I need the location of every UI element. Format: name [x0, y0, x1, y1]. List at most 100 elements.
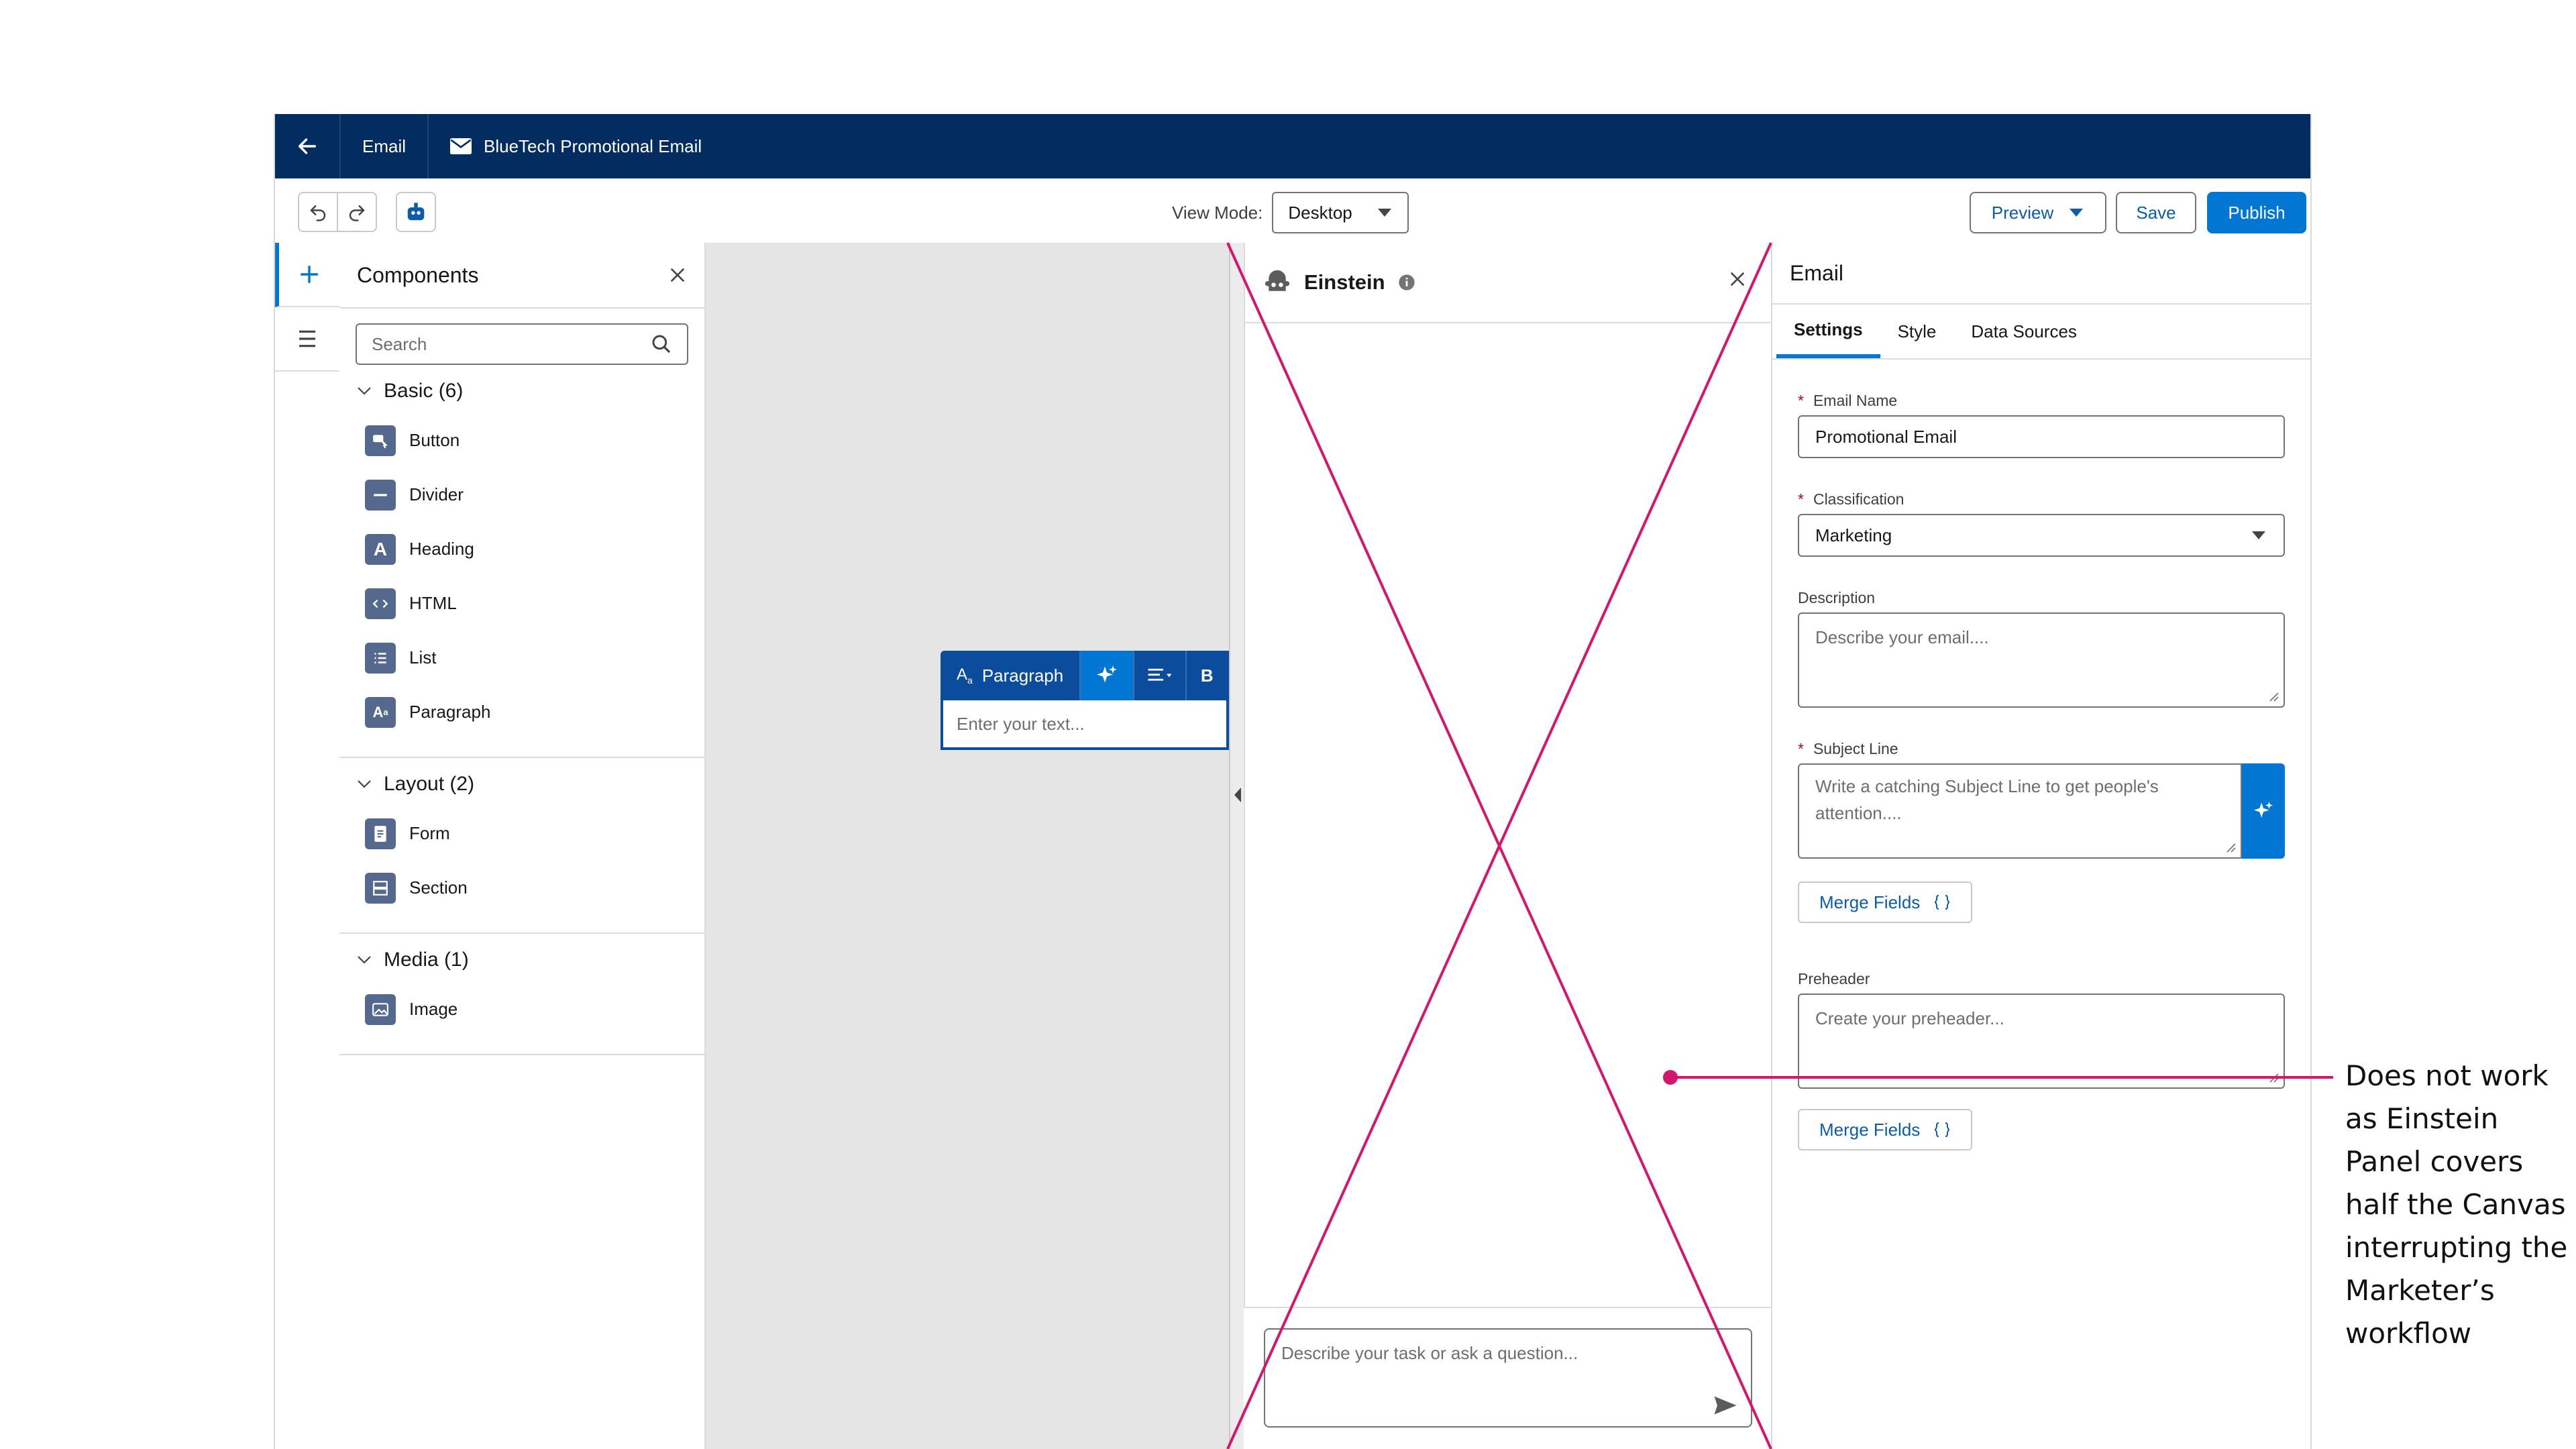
breadcrumb-email[interactable]: Email [341, 114, 429, 178]
component-form[interactable]: Form [339, 806, 704, 861]
preheader-label: Preheader [1798, 970, 1870, 987]
braces-icon [1935, 895, 1950, 910]
caret-down-icon [1378, 209, 1392, 217]
envelope-icon [450, 138, 472, 154]
einstein-header: Einstein [1244, 243, 1772, 323]
divider-component-icon [365, 479, 396, 511]
components-search-input[interactable]: Search [356, 323, 688, 365]
close-icon[interactable] [1728, 270, 1747, 288]
chevron-down-icon [358, 780, 371, 788]
einstein-footer: Describe your task or ask a question... [1244, 1307, 1772, 1449]
resize-grip-icon[interactable] [2267, 1071, 2279, 1083]
caret-left-icon [1234, 788, 1241, 802]
tab-style[interactable]: Style [1880, 305, 1954, 358]
undo-button[interactable] [298, 192, 338, 232]
annotation-text: Does not work as Einstein Panel covers h… [2345, 1059, 2568, 1350]
heading-component-icon: A [365, 533, 396, 565]
group-layout-toggle[interactable]: Layout (2) [339, 758, 704, 806]
search-icon [652, 335, 671, 354]
subject-line-field: Write a catching Subject Line to get peo… [1798, 763, 2285, 859]
info-icon[interactable] [1397, 273, 1416, 292]
components-title: Components [357, 262, 479, 287]
resize-grip-icon[interactable] [2267, 690, 2279, 702]
redo-button[interactable] [337, 192, 377, 232]
group-layout: Layout (2) Form Section [339, 758, 704, 934]
code-component-icon [365, 588, 396, 619]
paragraph-text-input[interactable]: Enter your text... [941, 700, 1229, 750]
component-image[interactable]: Image [339, 982, 704, 1036]
einstein-panel-resize-handle[interactable] [1230, 243, 1245, 1449]
back-button[interactable] [275, 114, 341, 178]
component-section[interactable]: Section [339, 861, 704, 915]
merge-fields-button[interactable]: Merge Fields [1798, 881, 1973, 923]
breadcrumb-current[interactable]: BlueTech Promotional Email [429, 114, 723, 178]
view-mode-select[interactable]: Desktop [1272, 192, 1409, 233]
component-heading[interactable]: A Heading [339, 522, 704, 576]
tab-data-sources[interactable]: Data Sources [1953, 305, 2094, 358]
description-textarea[interactable]: Describe your email.... [1798, 612, 2285, 708]
group-media-toggle[interactable]: Media (1) [339, 934, 704, 982]
einstein-robot-icon [1265, 270, 1290, 291]
classification-select[interactable]: Marketing [1798, 514, 2285, 557]
sparkle-icon [2253, 801, 2273, 818]
subject-line-textarea[interactable]: Write a catching Subject Line to get peo… [1798, 763, 2242, 859]
text-align-button[interactable] [1134, 651, 1187, 700]
einstein-panel: Einstein Describe your task or ask a que… [1229, 243, 1772, 1449]
send-icon[interactable] [1713, 1395, 1737, 1415]
caret-down-icon [2252, 531, 2265, 539]
einstein-toggle-button[interactable] [396, 192, 436, 232]
component-html[interactable]: HTML [339, 576, 704, 631]
chevron-down-icon [358, 387, 371, 395]
view-mode-label: View Mode: [1172, 202, 1263, 223]
components-header: Components [339, 243, 704, 309]
left-rail [275, 243, 341, 1449]
email-builder-app: Email BlueTech Promotional Email View Mo… [274, 114, 2312, 1449]
paragraph-component-icon: Aa [365, 696, 396, 728]
paragraph-icon: Aa [957, 665, 973, 686]
generate-subject-button[interactable] [2242, 763, 2285, 859]
close-icon[interactable] [668, 266, 687, 284]
component-divider[interactable]: Divider [339, 468, 704, 522]
align-left-icon [1148, 668, 1172, 681]
einstein-title: Einstein [1304, 270, 1385, 294]
redo-icon [349, 205, 365, 221]
subject-line-label: * Subject Line [1798, 740, 1898, 757]
plus-icon [301, 266, 318, 283]
publish-button[interactable]: Publish [2207, 192, 2306, 233]
resize-grip-icon[interactable] [2224, 841, 2237, 853]
more-format-button[interactable]: B [1187, 651, 1227, 700]
merge-fields-button-preheader[interactable]: Merge Fields [1798, 1109, 1973, 1150]
component-button[interactable]: Button [339, 413, 704, 468]
component-list[interactable]: List [339, 631, 704, 685]
preheader-textarea[interactable]: Create your preheader... [1798, 994, 2285, 1089]
caret-down-icon [2070, 209, 2084, 217]
arrow-left-icon [298, 138, 317, 154]
preview-button[interactable]: Preview [1970, 192, 2106, 233]
generate-ai-button[interactable] [1081, 651, 1135, 700]
button-component-icon [365, 425, 396, 456]
email-name-label: * Email Name [1798, 392, 1898, 409]
group-media: Media (1) Image [339, 934, 704, 1055]
paragraph-type-button[interactable]: Aa Paragraph [941, 651, 1081, 700]
email-canvas[interactable]: Aa Paragraph B Enter your text... [706, 243, 1229, 1449]
group-basic-toggle[interactable]: Basic (6) [339, 365, 704, 413]
component-paragraph[interactable]: Aa Paragraph [339, 685, 704, 739]
tab-settings[interactable]: Settings [1776, 305, 1880, 358]
braces-icon [1935, 1122, 1950, 1137]
description-label: Description [1798, 589, 1876, 606]
email-properties-panel: Email Settings Style Data Sources * Email… [1771, 243, 2310, 1449]
form-component-icon [365, 818, 396, 849]
list-component-icon [365, 642, 396, 674]
sparkle-icon [1097, 665, 1118, 683]
email-name-input[interactable]: Promotional Email [1798, 415, 2285, 458]
outline-button[interactable] [275, 307, 339, 372]
builder-toolbar: View Mode: Desktop Preview Save Publish [275, 178, 2310, 244]
save-button[interactable]: Save [2116, 192, 2196, 233]
add-components-button[interactable] [275, 243, 339, 307]
view-mode: View Mode: Desktop [1172, 192, 1409, 233]
properties-tabs: Settings Style Data Sources [1772, 305, 2310, 360]
classification-label: * Classification [1798, 490, 1904, 508]
chevron-down-icon [358, 956, 371, 964]
einstein-prompt-input[interactable]: Describe your task or ask a question... [1264, 1328, 1752, 1428]
paragraph-toolbar: Aa Paragraph B [941, 651, 1229, 700]
